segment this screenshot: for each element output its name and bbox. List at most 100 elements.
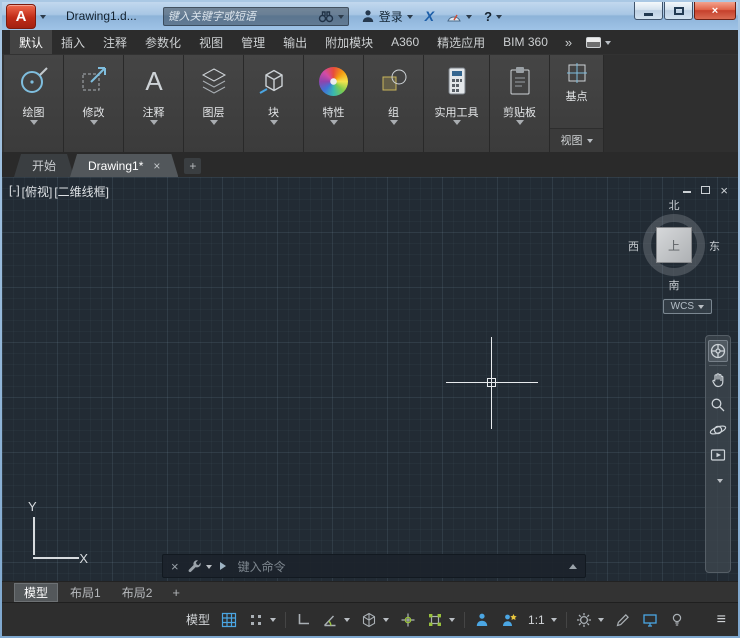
- model-space-toggle[interactable]: 模型: [184, 609, 212, 631]
- application-menu-button[interactable]: A: [6, 4, 36, 29]
- exchange-apps-button[interactable]: X: [425, 8, 434, 24]
- viewport-menu-control[interactable]: [-]: [9, 183, 20, 200]
- ribbon-overflow-button[interactable]: »: [557, 30, 580, 54]
- isometric-drafting-toggle[interactable]: [359, 609, 391, 631]
- minimize-button[interactable]: [634, 2, 663, 20]
- ribbon-panel-view[interactable]: 基点 视图: [550, 55, 604, 152]
- annotation-autoscale-toggle[interactable]: [499, 609, 519, 631]
- orbit-button[interactable]: [708, 419, 728, 441]
- layout-tab-model[interactable]: 模型: [14, 583, 58, 602]
- recent-commands-icon[interactable]: [220, 562, 230, 570]
- pan-button[interactable]: [708, 369, 728, 391]
- navbar-customize-button[interactable]: [713, 471, 723, 489]
- drawing-area[interactable]: [-] [俯视] [二维线框] × 北 上 西 东 南 WCS: [2, 177, 738, 581]
- signin-button[interactable]: 登录: [361, 8, 413, 25]
- caret-down-icon: [598, 618, 604, 625]
- tab-close-icon[interactable]: ×: [153, 159, 160, 173]
- ribbon-display-toggle[interactable]: [580, 30, 617, 54]
- command-placeholder: 键入命令: [238, 558, 286, 575]
- ribbon-panel-clipboard[interactable]: 剪贴板: [490, 55, 550, 152]
- polar-tracking-toggle[interactable]: [320, 609, 352, 631]
- layout-tab-layout2[interactable]: 布局2: [113, 583, 162, 602]
- a360-status-button[interactable]: [446, 9, 472, 23]
- maximize-button[interactable]: [664, 2, 693, 20]
- layout-tab-layout1[interactable]: 布局1: [61, 583, 110, 602]
- clipboard-icon: [503, 60, 537, 102]
- search-binoculars-icon[interactable]: [318, 9, 334, 23]
- doc-close-button[interactable]: ×: [720, 184, 728, 197]
- ortho-mode-toggle[interactable]: [293, 609, 313, 631]
- quick-access-caret-icon[interactable]: [40, 15, 46, 22]
- workspace-switching-button[interactable]: [574, 609, 606, 631]
- command-customize-button[interactable]: [187, 559, 212, 574]
- signin-label: 登录: [379, 8, 403, 25]
- ribbon-tab-insert[interactable]: 插入: [52, 30, 94, 54]
- viewport-visual-style-control[interactable]: [二维线框]: [54, 183, 109, 200]
- ribbon-tab-annotate[interactable]: 注释: [94, 30, 136, 54]
- restore-icon: [701, 186, 710, 194]
- annotation-scale-button[interactable]: 1:1: [526, 609, 559, 631]
- ribbon-tab-a360[interactable]: A360: [382, 30, 428, 54]
- ribbon-tab-home[interactable]: 默认: [10, 30, 52, 54]
- command-line[interactable]: × 键入命令: [162, 554, 586, 578]
- doc-restore-button[interactable]: [701, 182, 710, 194]
- isolate-objects-button[interactable]: [667, 609, 687, 631]
- command-input[interactable]: 键入命令: [220, 558, 561, 575]
- ribbon-panel-utilities[interactable]: 实用工具: [424, 55, 490, 152]
- showmotion-button[interactable]: [708, 444, 728, 466]
- caret-down-icon: [383, 618, 389, 625]
- panel-flyout-caret-icon: [90, 120, 98, 129]
- infocenter-search-input[interactable]: 键入关键字或短语: [163, 7, 349, 26]
- ribbon-panel-layers[interactable]: 图层: [184, 55, 244, 152]
- ribbon-panel-properties[interactable]: 特性: [304, 55, 364, 152]
- file-tab-drawing1[interactable]: Drawing1* ×: [70, 154, 178, 177]
- zoom-button[interactable]: [708, 394, 728, 416]
- object-snap-toggle[interactable]: [425, 609, 457, 631]
- new-drawing-tab-button[interactable]: +: [184, 158, 201, 174]
- grid-display-toggle[interactable]: [219, 609, 239, 631]
- close-button[interactable]: ×: [694, 2, 736, 20]
- ribbon-tab-featured-apps[interactable]: 精选应用: [428, 30, 494, 54]
- doc-minimize-button[interactable]: [683, 182, 691, 193]
- ribbon-tab-bim360[interactable]: BIM 360: [494, 30, 557, 54]
- wrench-icon: [187, 559, 202, 574]
- customization-menu-button[interactable]: ≡: [715, 609, 728, 631]
- titlebar: A Drawing1.d... 键入关键字或短语 登录 X ? ×: [2, 2, 738, 30]
- viewcube-east[interactable]: 东: [709, 238, 720, 254]
- ribbon-tab-view[interactable]: 视图: [190, 30, 232, 54]
- autocad-logo: A: [16, 8, 27, 25]
- annotation-monitor-toggle[interactable]: [613, 609, 633, 631]
- viewcube-top-face[interactable]: 上: [656, 227, 692, 263]
- viewcube-south[interactable]: 南: [669, 277, 680, 293]
- ribbon-tab-addins[interactable]: 附加模块: [316, 30, 382, 54]
- file-tab-start[interactable]: 开始: [14, 154, 74, 177]
- help-button[interactable]: ?: [484, 9, 502, 24]
- new-layout-button[interactable]: +: [168, 585, 184, 600]
- command-history-icon[interactable]: [569, 560, 577, 569]
- ucs-y-label: Y: [28, 499, 37, 514]
- ribbon-panel-annotate[interactable]: A 注释: [124, 55, 184, 152]
- ribbon-tab-output[interactable]: 输出: [274, 30, 316, 54]
- ribbon-panel-group[interactable]: 组: [364, 55, 424, 152]
- annotation-visibility-toggle[interactable]: [472, 609, 492, 631]
- polar-tracking-icon: [322, 612, 338, 628]
- panel-label: 基点: [566, 88, 588, 104]
- wcs-dropdown[interactable]: WCS: [663, 299, 712, 314]
- snap-mode-toggle[interactable]: [246, 609, 278, 631]
- ribbon-panel-modify[interactable]: 修改: [64, 55, 124, 152]
- ribbon-panel-block[interactable]: 块: [244, 55, 304, 152]
- viewcube-west[interactable]: 西: [628, 238, 639, 254]
- ribbon-tab-parametric[interactable]: 参数化: [136, 30, 190, 54]
- viewcube-north[interactable]: 北: [669, 197, 680, 213]
- command-close-icon[interactable]: ×: [171, 559, 179, 574]
- view-panel-title[interactable]: 视图: [550, 128, 603, 152]
- viewport-view-control[interactable]: [俯视]: [22, 183, 53, 200]
- ribbon-panel-draw[interactable]: 绘图: [4, 55, 64, 152]
- graphics-performance-toggle[interactable]: [640, 609, 660, 631]
- object-snap-tracking-toggle[interactable]: [398, 609, 418, 631]
- ribbon-tab-manage[interactable]: 管理: [232, 30, 274, 54]
- layers-stack-icon: [197, 60, 231, 102]
- search-caret-icon[interactable]: [338, 15, 344, 22]
- panel-label: 特性: [323, 104, 345, 120]
- steering-wheel-button[interactable]: [708, 340, 728, 362]
